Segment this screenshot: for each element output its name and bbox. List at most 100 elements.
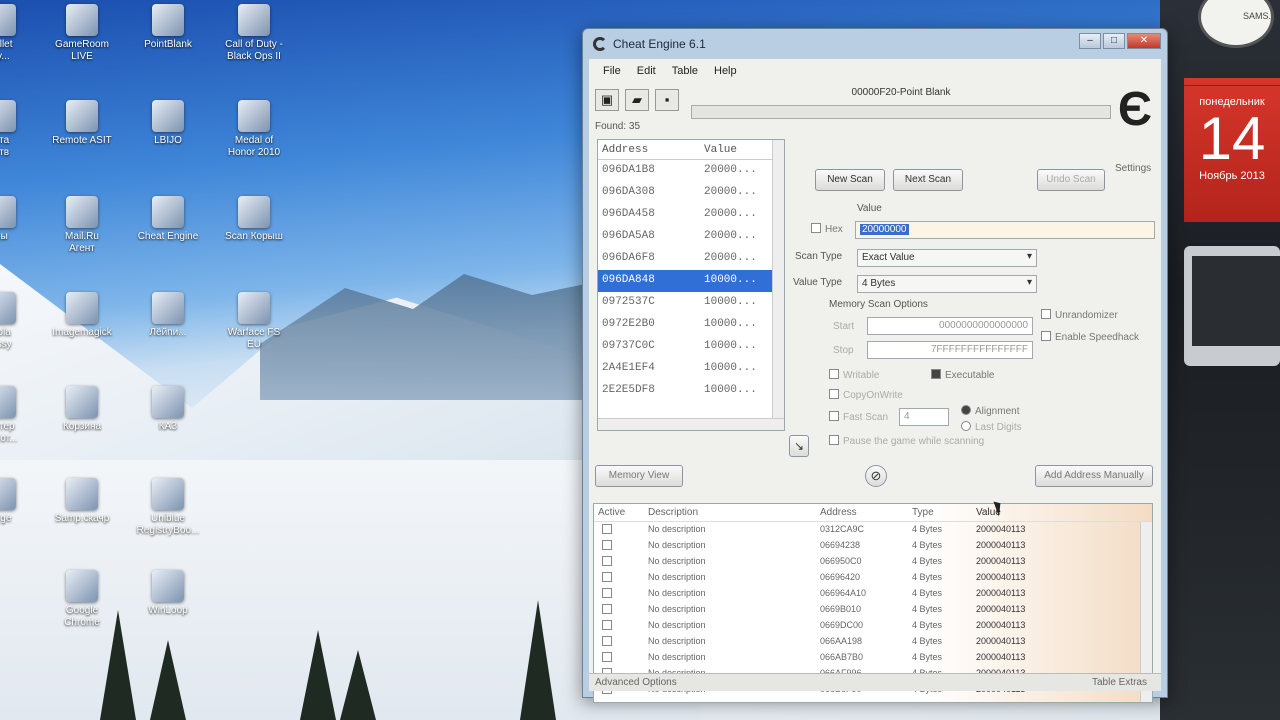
open-process-icon[interactable]: ▣ [595,89,619,111]
pointer-scan-icon[interactable]: ↘ [789,435,809,457]
copyonwrite-checkbox[interactable]: CopyOnWrite [829,389,903,401]
address-row[interactable]: No description 066950C0 4 Bytes 2000040113 [594,554,1152,570]
result-row[interactable]: 096DA1B8 20000... [598,160,784,182]
desktop-icon-label: Google Chrome [64,605,100,628]
result-row[interactable]: 096DA308 20000... [598,182,784,204]
table-extras-link[interactable]: Table Extras [1092,677,1147,688]
menu-table[interactable]: Table [664,65,706,83]
last-digits-radio[interactable]: Last Digits [961,421,1022,433]
col-type[interactable]: Type [912,507,976,521]
value-type-select[interactable]: 4 Bytes [857,275,1037,293]
calendar-gadget[interactable]: понедельник 14 Ноябрь 2013 [1184,78,1280,222]
active-checkbox[interactable] [602,636,612,646]
title-bar[interactable]: Cheat Engine 6.1 – □ ✕ [583,29,1167,59]
hex-checkbox[interactable]: Hex [811,223,843,235]
active-checkbox[interactable] [602,524,612,534]
minimize-button[interactable]: – [1079,33,1101,49]
desktop-icon[interactable]: Samp.скачр [36,478,128,525]
result-row[interactable]: 0972E2B0 10000... [598,314,784,336]
active-checkbox[interactable] [602,556,612,566]
start-address-input[interactable]: 0000000000000000 [867,317,1033,335]
desktop-icon[interactable]: КАЗ [122,386,214,433]
col-value-list[interactable]: Value [976,507,1066,521]
address-row[interactable]: No description 066AB7B0 4 Bytes 2000040113 [594,650,1152,666]
close-button[interactable]: ✕ [1127,33,1161,49]
cheat-engine-window[interactable]: Cheat Engine 6.1 – □ ✕ File Edit Table H… [582,28,1168,703]
scan-type-select[interactable]: Exact Value [857,249,1037,267]
desktop-icon[interactable]: Корзина [36,386,128,433]
active-checkbox[interactable] [602,540,612,550]
next-scan-button[interactable]: Next Scan [893,169,963,191]
address-row[interactable]: No description 06694238 4 Bytes 2000040113 [594,538,1152,554]
desktop-icon[interactable]: Remote ASIT [36,100,128,147]
result-row[interactable]: 096DA6F8 20000... [598,248,784,270]
result-row[interactable]: 096DA5A8 20000... [598,226,784,248]
desktop-icon[interactable]: Лёйпи... [122,292,214,339]
stop-address-input[interactable]: 7FFFFFFFFFFFFFFF [867,341,1033,359]
menu-edit[interactable]: Edit [629,65,664,83]
desktop-icon[interactable]: Mail.Ru Агент [36,196,128,255]
desktop-icon[interactable]: PointBlank [122,4,214,51]
speedhack-checkbox[interactable]: Enable Speedhack [1041,331,1139,343]
scan-value-input[interactable]: 20000000 [855,221,1155,239]
open-file-icon[interactable]: ▰ [625,89,649,111]
active-checkbox[interactable] [602,604,612,614]
address-row[interactable]: No description 0669B010 4 Bytes 2000040113 [594,602,1152,618]
new-scan-button[interactable]: New Scan [815,169,885,191]
col-active[interactable]: Active [598,507,648,521]
address-row[interactable]: No description 066AA198 4 Bytes 2000040113 [594,634,1152,650]
pause-game-checkbox[interactable]: Pause the game while scanning [829,435,984,447]
col-address[interactable]: Address [602,144,704,159]
maximize-button[interactable]: □ [1103,33,1125,49]
desktop-icon[interactable]: Google Chrome [36,570,128,629]
result-row[interactable]: 096DA848 10000... [598,270,784,292]
desktop-icon[interactable]: Uniblue RegistryBoo... [122,478,214,537]
desktop-icon[interactable]: Imagemagick [36,292,128,339]
col-description[interactable]: Description [648,507,820,521]
desktop-icon[interactable]: LBIJO [122,100,214,147]
desktop-icon[interactable]: Call of Duty - Black Ops II [208,4,300,63]
memory-view-button[interactable]: Memory View [595,465,683,487]
desktop-icon[interactable]: Medal of Honor 2010 [208,100,300,159]
advanced-options-link[interactable]: Advanced Options [595,677,677,688]
settings-link[interactable]: Settings [1115,163,1151,174]
fast-scan-input[interactable]: 4 [899,408,949,426]
active-checkbox[interactable] [602,572,612,582]
fast-scan-checkbox[interactable]: Fast Scan [829,411,888,423]
stop-icon[interactable]: ⊘ [865,465,887,487]
cheat-engine-logo-icon[interactable]: Є [1111,85,1159,137]
result-row[interactable]: 096DA458 20000... [598,204,784,226]
desktop-icon[interactable]: Warface FS EU [208,292,300,351]
address-row[interactable]: No description 0669DC00 4 Bytes 2000040113 [594,618,1152,634]
result-row[interactable]: 0972537C 10000... [598,292,784,314]
desktop-icon[interactable]: Scan Корыш [208,196,300,243]
add-address-button[interactable]: Add Address Manually [1035,465,1153,487]
executable-checkbox[interactable]: Executable [931,369,994,381]
unrandomizer-checkbox[interactable]: Unrandomizer [1041,309,1118,321]
address-row[interactable]: No description 066964A10 4 Bytes 2000040113 [594,586,1152,602]
found-results-list[interactable]: Address Value 096DA1B8 20000... 096DA308 20… [597,139,785,431]
results-vscroll[interactable] [772,140,784,430]
menu-file[interactable]: File [595,65,629,83]
result-row[interactable]: 2E2E5DF8 10000... [598,380,784,402]
writable-checkbox[interactable]: Writable [829,369,880,381]
address-row[interactable]: No description 0312CA9C 4 Bytes 2000040113 [594,522,1152,538]
desktop-icon[interactable]: GameRoom LIVE [36,4,128,63]
desktop-icon[interactable]: Cheat Engine [122,196,214,243]
result-row[interactable]: 09737C0C 10000... [598,336,784,358]
result-row[interactable]: 2A4E1EF4 10000... [598,358,784,380]
active-checkbox[interactable] [602,588,612,598]
undo-scan-button[interactable]: Undo Scan [1037,169,1105,191]
active-checkbox[interactable] [602,652,612,662]
address-row[interactable]: No description 06696420 4 Bytes 2000040113 [594,570,1152,586]
active-checkbox[interactable] [602,620,612,630]
speedhack-label: Enable Speedhack [1055,332,1139,343]
desktop-icon[interactable]: WinLoop [122,570,214,617]
alignment-radio[interactable]: Alignment [961,405,1019,417]
col-address-list[interactable]: Address [820,507,912,521]
menu-help[interactable]: Help [706,65,745,83]
monitor-gadget[interactable] [1184,246,1280,366]
save-icon[interactable]: ▪ [655,89,679,111]
results-hscroll[interactable] [598,418,784,430]
col-value[interactable]: Value [704,144,737,159]
